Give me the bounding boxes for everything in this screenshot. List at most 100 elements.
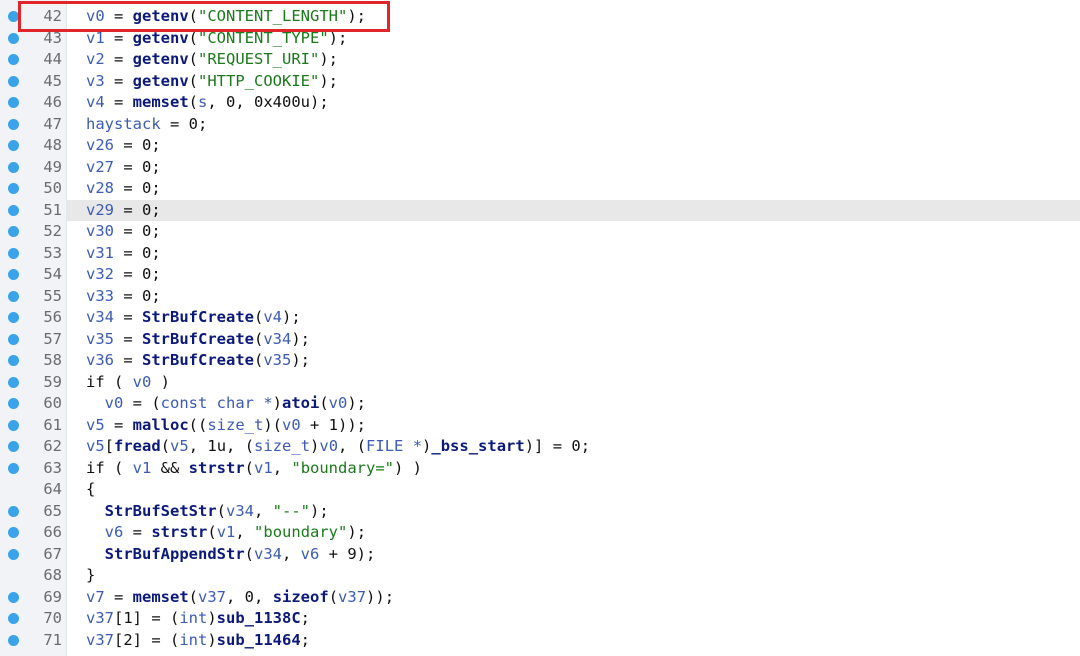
code-line[interactable]: 67 StrBufAppendStr(v34, v6 + 9); [0, 544, 1080, 566]
code-text[interactable]: v31 = 0; [86, 243, 161, 265]
breakpoint-dot-icon[interactable] [8, 204, 19, 216]
code-line[interactable]: 63 if ( v1 && strstr(v1, "boundary=") ) [0, 458, 1080, 480]
code-line[interactable]: 57 v35 = StrBufCreate(v34); [0, 329, 1080, 351]
code-token: , [235, 523, 255, 541]
breakpoint-dot-icon[interactable] [8, 462, 19, 474]
code-line[interactable]: 53 v31 = 0; [0, 243, 1080, 265]
breakpoint-dot-icon[interactable] [8, 290, 19, 302]
code-line[interactable]: 62 v5[fread(v5, 1u, (size_t)v0, (FILE *)_… [0, 436, 1080, 458]
code-text[interactable]: if ( v1 && strstr(v1, "boundary=") ) [86, 458, 422, 480]
code-token: v37 [198, 587, 227, 606]
breakpoint-dot-icon[interactable] [8, 634, 19, 646]
code-token: ( [188, 71, 199, 90]
code-line[interactable]: 58 v36 = StrBufCreate(v35); [0, 350, 1080, 372]
breakpoint-dot-icon[interactable] [8, 505, 19, 517]
code-text[interactable]: v37[2] = (int)sub_11464; [86, 630, 310, 652]
code-token: v29 [86, 200, 114, 219]
code-token: v5 [170, 437, 189, 455]
code-text[interactable]: v4 = memset(s, 0, 0x400u); [86, 92, 329, 114]
code-text[interactable]: v2 = getenv("REQUEST_URI"); [86, 49, 338, 71]
code-text[interactable]: v7 = memset(v37, 0, sizeof(v37)); [86, 587, 394, 609]
code-text[interactable]: if ( v0 ) [86, 372, 170, 394]
code-text[interactable]: v0 = (const char *)atoi(v0); [86, 393, 366, 415]
code-line[interactable]: 60 v0 = (const char *)atoi(v0); [0, 393, 1080, 415]
breakpoint-dot-icon[interactable] [8, 312, 19, 323]
breakpoint-dot-icon[interactable] [8, 355, 19, 366]
breakpoint-dot-icon[interactable] [8, 226, 19, 237]
code-text[interactable]: v3 = getenv("HTTP_COOKIE"); [86, 71, 338, 93]
code-text[interactable]: haystack = 0; [86, 114, 207, 136]
breakpoint-dot-icon[interactable] [8, 161, 19, 173]
breakpoint-dot-icon[interactable] [8, 54, 19, 65]
code-line[interactable]: 45 v3 = getenv("HTTP_COOKIE"); [0, 71, 1080, 93]
breakpoint-dot-icon[interactable] [8, 398, 19, 409]
breakpoint-dot-icon[interactable] [8, 333, 19, 345]
code-text[interactable]: v33 = 0; [86, 286, 161, 308]
code-text[interactable]: v32 = 0; [86, 264, 161, 286]
breakpoint-dot-icon[interactable] [8, 97, 19, 108]
code-line[interactable]: 54 v32 = 0; [0, 264, 1080, 286]
code-text[interactable]: { [86, 479, 95, 501]
code-token: ); [282, 308, 301, 326]
code-line[interactable]: 56 v34 = StrBufCreate(v4); [0, 307, 1080, 329]
code-token: ) [272, 394, 282, 412]
code-text[interactable]: v5 = malloc((size_t)(v0 + 1)); [86, 415, 366, 437]
code-line[interactable]: 50 v28 = 0; [0, 178, 1080, 200]
code-line[interactable]: 70 v37[1] = (int)sub_1138C; [0, 608, 1080, 630]
code-text[interactable]: } [86, 565, 95, 587]
code-text[interactable]: v26 = 0; [86, 135, 161, 157]
breakpoint-dot-icon[interactable] [8, 548, 19, 560]
code-text[interactable]: v34 = StrBufCreate(v4); [86, 307, 301, 329]
breakpoint-dot-icon[interactable] [8, 247, 19, 259]
breakpoint-dot-icon[interactable] [8, 269, 19, 280]
code-line[interactable]: 65 StrBufSetStr(v34, "--"); [0, 501, 1080, 523]
code-line[interactable]: 64 { [0, 479, 1080, 501]
code-line[interactable]: 46 v4 = memset(s, 0, 0x400u); [0, 92, 1080, 114]
code-text[interactable]: StrBufSetStr(v34, "--"); [86, 501, 329, 523]
code-line[interactable]: 49 v27 = 0; [0, 157, 1080, 179]
code-line[interactable]: 55 v33 = 0; [0, 286, 1080, 308]
breakpoint-dot-icon[interactable] [8, 441, 19, 452]
code-line[interactable]: 47 haystack = 0; [0, 114, 1080, 136]
code-text[interactable]: v6 = strstr(v1, "boundary"); [86, 522, 366, 544]
code-token: ( [188, 93, 199, 111]
breakpoint-dot-icon[interactable] [8, 527, 19, 538]
breakpoint-dot-icon[interactable] [8, 32, 19, 44]
code-text[interactable]: v35 = StrBufCreate(v34); [86, 329, 310, 351]
code-token: = 0; [114, 157, 161, 176]
breakpoint-dot-icon[interactable] [8, 118, 19, 130]
code-line[interactable]: 44 v2 = getenv("REQUEST_URI"); [0, 49, 1080, 71]
code-line[interactable]: 61 v5 = malloc((size_t)(v0 + 1)); [0, 415, 1080, 437]
code-token: v0 [132, 372, 152, 391]
code-token: atoi [282, 394, 320, 412]
breakpoint-dot-icon[interactable] [8, 613, 19, 624]
breakpoint-dot-icon[interactable] [8, 591, 19, 603]
code-text[interactable]: v37[1] = (int)sub_1138C; [86, 608, 310, 630]
line-number: 68 [43, 566, 62, 584]
breakpoint-dot-icon[interactable] [8, 140, 19, 151]
code-line[interactable]: 48 v26 = 0; [0, 135, 1080, 157]
code-line[interactable]: 68} [0, 565, 1080, 587]
breakpoint-dot-icon[interactable] [8, 75, 19, 87]
breakpoint-dot-icon[interactable] [8, 376, 19, 388]
code-text[interactable]: v30 = 0; [86, 221, 161, 243]
code-token: = 0; [114, 286, 161, 305]
line-number: 62 [43, 437, 62, 455]
breakpoint-dot-icon[interactable] [8, 183, 19, 194]
code-text[interactable]: v29 = 0; [86, 200, 161, 222]
code-text[interactable]: StrBufAppendStr(v34, v6 + 9); [86, 544, 376, 566]
code-line[interactable]: 71 v37[2] = (int)sub_11464; [0, 630, 1080, 652]
code-text[interactable]: v36 = StrBufCreate(v35); [86, 350, 310, 372]
code-text[interactable]: v5[fread(v5, 1u, (size_t)v0, (FILE *)_bs… [86, 436, 590, 458]
code-line[interactable]: 66 v6 = strstr(v1, "boundary"); [0, 522, 1080, 544]
code-token: v0 [282, 415, 301, 434]
pseudocode-editor[interactable]: 42 v0 = getenv("CONTENT_LENGTH"); 43 v1 = g… [0, 0, 1080, 656]
code-text[interactable]: v27 = 0; [86, 157, 161, 179]
breakpoint-dot-icon[interactable] [8, 419, 19, 431]
code-line[interactable]: 51 v29 = 0; [0, 199, 1080, 222]
code-line[interactable]: 59 if ( v0 ) [0, 372, 1080, 394]
code-text[interactable]: v28 = 0; [86, 178, 161, 200]
code-token: = 0; [114, 200, 161, 219]
code-line[interactable]: 52 v30 = 0; [0, 221, 1080, 243]
code-line[interactable]: 69 v7 = memset(v37, 0, sizeof(v37)); [0, 587, 1080, 609]
